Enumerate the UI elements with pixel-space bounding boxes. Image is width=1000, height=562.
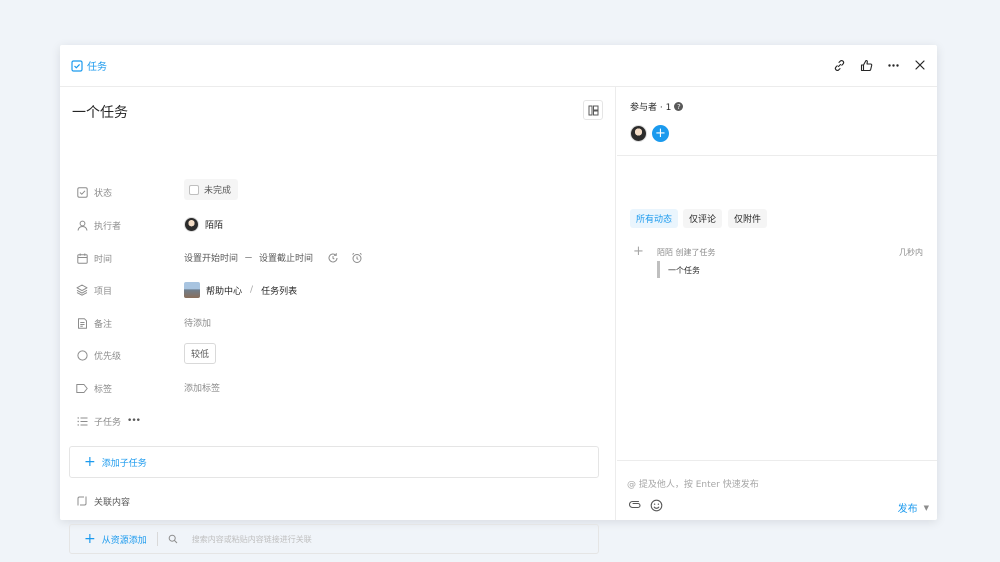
task-breadcrumb[interactable]: 任务	[71, 58, 107, 73]
task-title[interactable]: 一个任务	[72, 102, 128, 122]
divider	[156, 532, 158, 546]
field-project: 项目	[76, 278, 596, 302]
breadcrumb-label: 任务	[87, 62, 107, 73]
status-label: 状态	[94, 188, 113, 199]
link-icon[interactable]	[829, 55, 849, 75]
repeat-icon[interactable]	[327, 252, 339, 264]
time-separator: －	[244, 254, 254, 264]
tags-label: 标签	[94, 384, 113, 395]
assignee-name: 陌陌	[205, 221, 224, 231]
time-value: 设置开始时间 － 设置截止时间	[184, 251, 363, 264]
circle-icon	[76, 349, 88, 361]
field-note: 备注	[76, 311, 596, 335]
time-label: 时间	[94, 254, 113, 265]
project-value[interactable]: 帮助中心 / 任务列表	[184, 282, 297, 298]
tab-attachments-only[interactable]: 仅附件	[728, 209, 768, 228]
add-tag-button[interactable]: 添加标签	[184, 381, 220, 394]
layers-icon	[76, 284, 88, 296]
status-value[interactable]: 未完成	[184, 179, 239, 200]
publish-label: 发布	[897, 504, 918, 515]
priority-value[interactable]: 较低	[184, 343, 217, 364]
quote-bar	[657, 261, 660, 278]
divider	[617, 155, 937, 156]
project-label: 项目	[94, 286, 113, 297]
activity-quote: 一个任务	[668, 266, 700, 275]
note-label: 备注	[94, 319, 113, 330]
publish-button[interactable]: 发布 ▼	[897, 500, 929, 516]
attachment-icon[interactable]	[629, 499, 642, 512]
subtask-more-icon[interactable]: •••	[127, 416, 141, 426]
avatar[interactable]	[630, 125, 647, 142]
user-icon	[76, 219, 88, 231]
status-checkbox-icon	[76, 186, 88, 198]
status-checkbox[interactable]: 未完成	[184, 179, 239, 200]
help-icon[interactable]: ?	[674, 102, 684, 111]
task-checkbox-icon	[71, 59, 83, 72]
note-icon	[76, 317, 88, 329]
tag-icon	[76, 382, 88, 394]
plus-icon: +	[84, 454, 96, 470]
priority-badge[interactable]: 较低	[184, 343, 217, 364]
project-separator: /	[250, 285, 254, 295]
resource-search-input[interactable]: 搜索内容或粘贴内容链接进行关联	[192, 534, 312, 545]
subtasks-label: 子任务	[94, 417, 122, 428]
field-status: 状态	[76, 180, 596, 204]
search-icon	[168, 534, 178, 544]
layout-icon	[588, 105, 598, 115]
start-time-button[interactable]: 设置开始时间	[184, 251, 238, 264]
status-text: 未完成	[204, 186, 232, 196]
alarm-icon[interactable]	[351, 252, 363, 264]
add-participant-button[interactable]: +	[652, 125, 669, 142]
activity-pane: 参与者 · 1 ? + 所有动态 仅评论 仅附件 + 陌陌 创建了任务 几秒内 …	[617, 87, 937, 520]
priority-label: 优先级	[94, 351, 122, 362]
due-time-button[interactable]: 设置截止时间	[259, 251, 313, 264]
comment-tools	[629, 499, 663, 512]
activity-text: 陌陌 创建了任务	[657, 248, 716, 257]
resource-add-bar: + 从资源添加 搜索内容或粘贴内容链接进行关联	[69, 524, 599, 554]
project-name[interactable]: 帮助中心	[206, 284, 242, 297]
comment-input[interactable]: @ 提及他人，按 Enter 快速发布	[627, 477, 759, 490]
more-icon[interactable]	[883, 55, 903, 75]
avatar	[184, 217, 199, 232]
field-subtasks: 子任务 •••	[76, 409, 596, 433]
assignee-value[interactable]: 陌陌	[184, 217, 223, 232]
tab-all-activity[interactable]: 所有动态	[630, 209, 679, 228]
participants-title: 参与者 · 1 ?	[630, 100, 684, 113]
task-detail-dialog: 任务 一个任务 状态 未完成 执行者 陌陌 时间 设置开始时间 － 设置截止时间…	[60, 45, 937, 554]
layout-toggle-button[interactable]	[583, 100, 603, 120]
project-list-name[interactable]: 任务列表	[261, 284, 297, 297]
dialog-header: 任务	[60, 45, 937, 87]
participants-count: 参与者 · 1	[630, 103, 672, 113]
calendar-icon	[76, 252, 88, 264]
task-detail-pane: 一个任务 状态 未完成 执行者 陌陌 时间 设置开始时间 － 设置截止时间 项目…	[60, 87, 616, 554]
uncomplete-checkbox-icon	[189, 184, 199, 195]
activity-time: 几秒内	[899, 248, 923, 257]
close-icon[interactable]	[910, 55, 930, 75]
related-link-icon	[76, 495, 88, 507]
plus-icon: +	[84, 531, 96, 547]
field-priority: 优先级	[76, 343, 596, 367]
related-content-section: 关联内容	[76, 489, 596, 513]
field-tags: 标签	[76, 376, 596, 400]
thumbs-up-icon[interactable]	[856, 55, 876, 75]
emoji-icon[interactable]	[650, 499, 663, 512]
create-plus-icon: +	[633, 244, 644, 259]
add-from-resource-button[interactable]: 从资源添加	[102, 533, 147, 546]
divider	[617, 460, 937, 461]
assignee-label: 执行者	[94, 221, 122, 232]
project-cover-image	[184, 282, 200, 298]
field-assignee: 执行者	[76, 213, 596, 237]
related-content-label: 关联内容	[94, 497, 131, 508]
list-icon	[76, 415, 88, 427]
note-value[interactable]: 待添加	[184, 316, 211, 329]
caret-down-icon[interactable]: ▼	[924, 504, 929, 512]
add-subtask-label: 添加子任务	[101, 458, 147, 469]
add-subtask-button[interactable]: + 添加子任务	[69, 446, 599, 478]
tab-comments-only[interactable]: 仅评论	[683, 209, 723, 228]
